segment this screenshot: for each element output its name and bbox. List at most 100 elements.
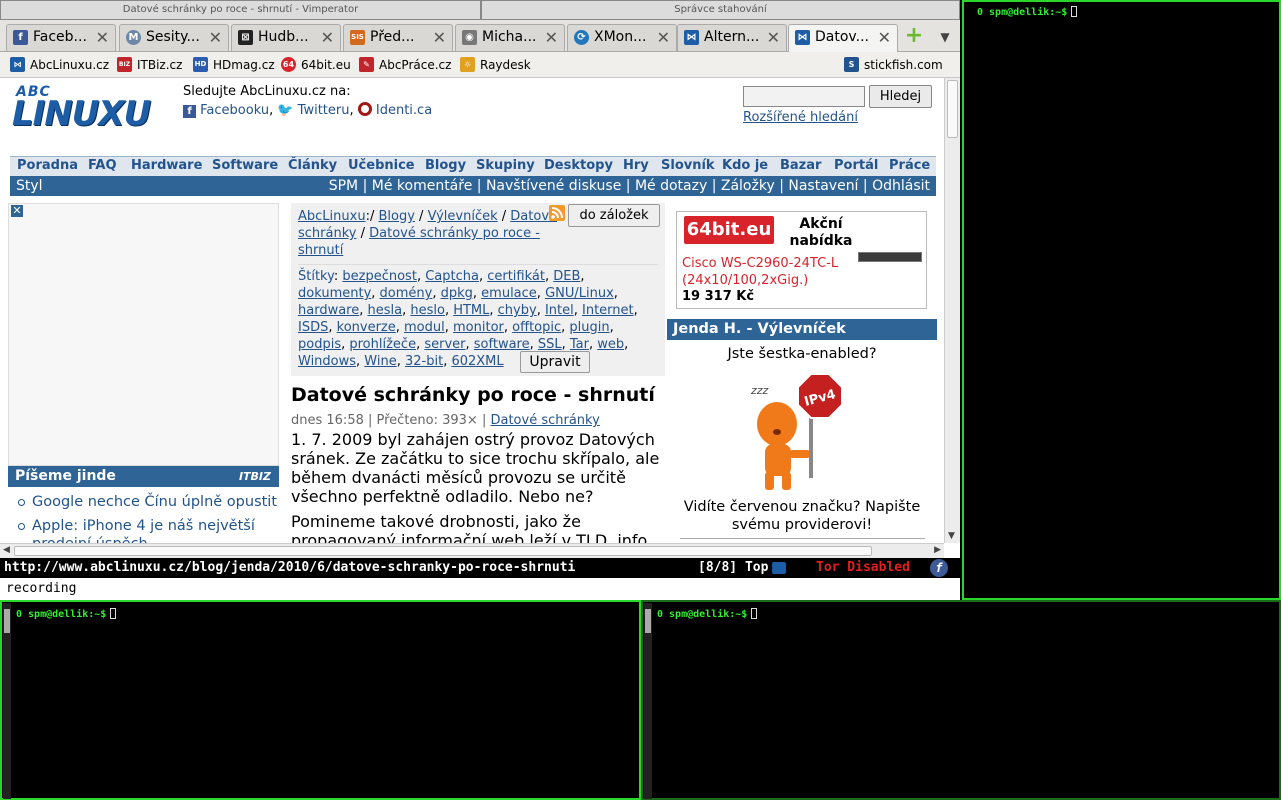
bookmark-raydesk[interactable]: ☼ Raydesk <box>460 57 531 73</box>
article-category-link[interactable]: Datové schránky <box>490 413 599 428</box>
close-icon[interactable]: ✕ <box>878 25 891 50</box>
tor-status[interactable]: Tor Disabled <box>816 558 910 578</box>
scroll-right-icon[interactable]: ▶ <box>934 545 941 555</box>
breadcrumb-abclinuxu[interactable]: AbcLinuxu <box>298 209 366 224</box>
menu-clanky[interactable]: Články <box>288 158 337 173</box>
tag-link[interactable]: GNU/Linux <box>545 286 614 301</box>
facebook-link[interactable]: Facebooku <box>200 103 269 118</box>
scrollbar-thumb[interactable] <box>4 609 10 633</box>
download-manager-window-title[interactable]: Správce stahování <box>481 0 960 20</box>
user-menu-questions[interactable]: Mé dotazy <box>635 178 707 194</box>
user-menu-visited[interactable]: Navštívené diskuse <box>486 178 621 194</box>
tag-link[interactable]: modul <box>404 320 445 335</box>
bookmark-abcprace[interactable]: ✎ AbcPráce.cz <box>359 57 451 73</box>
tag-link[interactable]: Intel <box>545 303 574 318</box>
tag-link[interactable]: Internet <box>582 303 634 318</box>
tab-facebook[interactable]: f Faceb... ✕ <box>6 24 116 51</box>
terminal-top-right[interactable]: 0 spm@dellik:~$ <box>962 0 1281 600</box>
tag-link[interactable]: emulace <box>481 286 537 301</box>
menu-bazar[interactable]: Bazar <box>780 158 821 173</box>
vimperator-command-line[interactable]: recording <box>0 578 960 600</box>
close-icon[interactable]: ✕ <box>209 25 222 50</box>
tab-list-dropdown-icon[interactable]: ▼ <box>936 26 954 48</box>
tab-alternativy[interactable]: ⋈ Altern... ✕ <box>677 24 787 51</box>
tag-link[interactable]: 32-bit <box>405 354 443 369</box>
identica-link[interactable]: Identi.ca <box>376 103 432 118</box>
breadcrumb-blogy[interactable]: Blogy <box>378 209 414 224</box>
menu-desktopy[interactable]: Desktopy <box>544 158 613 173</box>
tag-link[interactable]: Windows <box>298 354 356 369</box>
close-icon[interactable]: ✕ <box>657 25 670 50</box>
tag-link[interactable]: hardware <box>298 303 359 318</box>
search-button[interactable]: Hledej <box>869 85 932 108</box>
promo-box[interactable]: 64bit.eu Akční nabídka Cisco WS-C2960-24… <box>676 211 927 309</box>
user-menu-comments[interactable]: Mé komentáře <box>372 178 473 194</box>
tab-sesity[interactable]: M Sesity... ✕ <box>119 24 229 51</box>
tag-link[interactable]: 602XML <box>451 354 503 369</box>
tag-link[interactable]: SSL <box>538 337 562 352</box>
user-menu-style[interactable]: Styl <box>16 176 43 196</box>
tag-link[interactable]: DEB <box>553 269 580 284</box>
bookmark-abclinuxu[interactable]: ⋈ AbcLinuxu.cz <box>10 57 109 73</box>
menu-hry[interactable]: Hry <box>623 158 649 173</box>
terminal-bottom-left[interactable]: 0 spm@dellik:~$ <box>0 600 641 800</box>
scrollbar-thumb[interactable] <box>14 546 872 556</box>
tag-link[interactable]: bezpečnost <box>342 269 417 284</box>
menu-hardware[interactable]: Hardware <box>131 158 202 173</box>
bookmark-hdmag[interactable]: HD HDmag.cz <box>193 57 275 73</box>
tag-link[interactable]: dpkg <box>441 286 473 301</box>
scrollbar-thumb[interactable] <box>947 80 958 138</box>
menu-poradna[interactable]: Poradna <box>17 158 78 173</box>
user-menu-bookmarks[interactable]: Záložky <box>721 178 775 194</box>
menu-skupiny[interactable]: Skupiny <box>476 158 535 173</box>
tag-link[interactable]: dokumenty <box>298 286 371 301</box>
tag-link[interactable]: prohlížeče <box>349 337 416 352</box>
bookmark-stickfish[interactable]: S stickfish.com <box>844 57 943 73</box>
noscript-icon[interactable]: f <box>930 559 948 577</box>
tag-link[interactable]: chyby <box>498 303 537 318</box>
tag-link[interactable]: plugin <box>569 320 609 335</box>
tag-link[interactable]: Wine <box>364 354 396 369</box>
user-menu-spm[interactable]: SPM <box>329 178 358 194</box>
vertical-scrollbar[interactable]: ▼ <box>944 78 960 543</box>
user-menu-logout[interactable]: Odhlásit <box>872 178 930 194</box>
list-item[interactable]: Google nechce Čínu úplně opustit <box>8 493 279 511</box>
abclinuxu-logo[interactable]: ABC LINUXU <box>12 84 151 134</box>
tag-link[interactable]: hesla <box>368 303 403 318</box>
menu-prace[interactable]: Práce <box>889 158 930 173</box>
list-item[interactable]: Apple: iPhone 4 je náš největší prodejní… <box>8 517 279 543</box>
menu-slovnik[interactable]: Slovník <box>661 158 715 173</box>
scrollbar-thumb[interactable] <box>645 609 651 633</box>
rss-icon[interactable] <box>549 205 565 221</box>
close-icon[interactable]: ✕ <box>11 205 23 217</box>
terminal-bottom-right[interactable]: 0 spm@dellik:~$ <box>641 600 1281 800</box>
tag-link[interactable]: server <box>424 337 465 352</box>
user-menu-settings[interactable]: Nastavení <box>788 178 858 194</box>
tag-link[interactable]: Captcha <box>425 269 479 284</box>
tag-link[interactable]: monitor <box>453 320 504 335</box>
bookmark-itbiz[interactable]: BIZ ITBiz.cz <box>117 57 182 73</box>
bookmark-64bit[interactable]: 64 64bit.eu <box>281 57 351 73</box>
tag-link[interactable]: offtopic <box>512 320 561 335</box>
twitter-link[interactable]: Twitteru <box>298 103 350 118</box>
menu-faq[interactable]: FAQ <box>88 158 117 173</box>
tag-link[interactable]: heslo <box>410 303 445 318</box>
tag-link[interactable]: HTML <box>453 303 489 318</box>
add-bookmark-button[interactable]: do záložek <box>568 204 660 227</box>
tab-predmety[interactable]: SIS Před... ✕ <box>343 24 453 51</box>
menu-portal[interactable]: Portál <box>834 158 878 173</box>
new-tab-icon[interactable]: + <box>902 25 926 48</box>
menu-blogy[interactable]: Blogy <box>425 158 466 173</box>
blog-header[interactable]: Jenda H. - Výlevníček <box>667 319 937 340</box>
close-icon[interactable]: ✕ <box>96 25 109 50</box>
close-icon[interactable]: ✕ <box>321 25 334 50</box>
tag-link[interactable]: domény <box>380 286 433 301</box>
menu-kdo-je[interactable]: Kdo je <box>722 158 768 173</box>
menu-software[interactable]: Software <box>212 158 278 173</box>
tab-hudba[interactable]: ⊠ Hudb... ✕ <box>231 24 341 51</box>
advanced-search-link[interactable]: Rozšířené hledání <box>743 110 858 125</box>
tag-link[interactable]: podpis <box>298 337 341 352</box>
tag-link[interactable]: Tar <box>570 337 589 352</box>
tab-xmonad[interactable]: ⟳ XMon... ✕ <box>567 24 677 51</box>
scroll-down-icon[interactable]: ▼ <box>948 531 955 541</box>
